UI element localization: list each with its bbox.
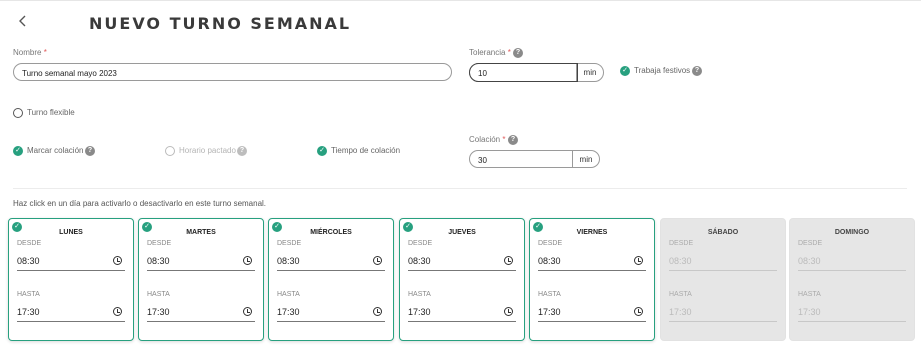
day-card-lunes[interactable]: ✓ LUNES DESDE 08:30 HASTA 17:30 xyxy=(8,218,134,341)
hasta-label: HASTA xyxy=(147,291,170,298)
day-card-martes[interactable]: ✓ MARTES DESDE 08:30 HASTA 17:30 xyxy=(138,218,264,341)
tolerancia-help-icon[interactable]: ? xyxy=(513,48,523,58)
day-card-jueves[interactable]: ✓ JUEVES DESDE 08:30 HASTA 17:30 xyxy=(399,218,525,341)
hasta-underline xyxy=(408,321,516,322)
clock-icon[interactable] xyxy=(373,256,382,265)
hasta-underline xyxy=(798,321,906,322)
section-divider xyxy=(13,188,907,189)
turno-flexible-checkbox[interactable] xyxy=(13,108,23,118)
hasta-time-value[interactable]: 17:30 xyxy=(147,307,170,317)
hasta-underline xyxy=(17,321,125,322)
hasta-underline xyxy=(277,321,385,322)
hasta-label: HASTA xyxy=(798,291,821,298)
day-name: VIERNES xyxy=(576,229,608,236)
desde-time-value[interactable]: 08:30 xyxy=(408,256,431,266)
hasta-label: HASTA xyxy=(408,291,431,298)
desde-time-value[interactable]: 08:30 xyxy=(538,256,561,266)
desde-label: DESDE xyxy=(669,240,694,247)
clock-icon[interactable] xyxy=(634,307,643,316)
desde-underline xyxy=(669,270,777,271)
desde-underline xyxy=(147,270,255,271)
desde-label: DESDE xyxy=(277,240,302,247)
hasta-underline xyxy=(669,321,777,322)
nombre-value: Turno semanal mayo 2023 xyxy=(22,69,117,78)
day-name: DOMINGO xyxy=(834,229,870,236)
back-button[interactable] xyxy=(18,14,32,32)
horario-pactado-label: Horario pactado xyxy=(179,146,236,155)
desde-underline xyxy=(798,270,906,271)
clock-icon[interactable] xyxy=(113,256,122,265)
hasta-time-value[interactable]: 17:30 xyxy=(408,307,431,317)
clock-icon[interactable] xyxy=(243,256,252,265)
tolerancia-label: Tolerancia * xyxy=(469,48,511,57)
desde-time-value[interactable]: 08:30 xyxy=(17,256,40,266)
hasta-time-value[interactable]: 17:30 xyxy=(17,307,40,317)
tiempo-colacion-checkbox[interactable]: ✓ xyxy=(317,146,327,156)
desde-underline xyxy=(408,270,516,271)
hasta-label: HASTA xyxy=(17,291,40,298)
marcar-colacion-checkbox[interactable]: ✓ xyxy=(13,146,23,156)
tolerancia-input[interactable]: 10 min xyxy=(469,63,604,82)
clock-icon[interactable] xyxy=(373,307,382,316)
desde-time-value: 08:30 xyxy=(669,256,692,266)
trabaja-festivos-checkbox[interactable]: ✓ xyxy=(620,66,630,76)
colacion-unit: min xyxy=(572,151,599,167)
horario-pactado-help-icon[interactable]: ? xyxy=(237,146,247,156)
marcar-colacion-help-icon[interactable]: ? xyxy=(85,146,95,156)
day-card-viernes[interactable]: ✓ VIERNES DESDE 08:30 HASTA 17:30 xyxy=(529,218,655,341)
tiempo-colacion-label: Tiempo de colación xyxy=(331,146,401,155)
colacion-help-icon[interactable]: ? xyxy=(508,135,518,145)
day-card-sábado[interactable]: SÁBADO DESDE 08:30 HASTA 17:30 xyxy=(660,218,786,341)
hasta-underline xyxy=(538,321,646,322)
desde-label: DESDE xyxy=(798,240,823,247)
nombre-input[interactable]: Turno semanal mayo 2023 xyxy=(13,63,452,81)
clock-icon[interactable] xyxy=(504,307,513,316)
clock-icon[interactable] xyxy=(504,256,513,265)
marcar-colacion-label: Marcar colación xyxy=(27,146,84,155)
day-name: MIÉRCOLES xyxy=(310,229,352,236)
hasta-label: HASTA xyxy=(669,291,692,298)
colacion-input[interactable]: 30 min xyxy=(469,150,600,168)
hasta-underline xyxy=(147,321,255,322)
trabaja-festivos-label: Trabaja festivos xyxy=(634,66,691,75)
desde-label: DESDE xyxy=(147,240,172,247)
top-divider xyxy=(0,0,921,1)
desde-time-value: 08:30 xyxy=(798,256,821,266)
hasta-time-value[interactable]: 17:30 xyxy=(538,307,561,317)
day-name: MARTES xyxy=(186,229,216,236)
clock-icon[interactable] xyxy=(634,256,643,265)
clock-icon[interactable] xyxy=(243,307,252,316)
day-name: SÁBADO xyxy=(707,229,739,236)
day-name: LUNES xyxy=(59,229,83,236)
tolerancia-value: 10 xyxy=(478,69,487,78)
day-card-domingo[interactable]: DOMINGO DESDE 08:30 HASTA 17:30 xyxy=(789,218,915,341)
day-name: JUEVES xyxy=(448,229,476,236)
desde-underline xyxy=(17,270,125,271)
colacion-value: 30 xyxy=(478,156,487,165)
desde-label: DESDE xyxy=(408,240,433,247)
hasta-label: HASTA xyxy=(277,291,300,298)
desde-time-value[interactable]: 08:30 xyxy=(277,256,300,266)
desde-time-value[interactable]: 08:30 xyxy=(147,256,170,266)
desde-label: DESDE xyxy=(17,240,42,247)
trabaja-festivos-help-icon[interactable]: ? xyxy=(692,66,702,76)
horario-pactado-checkbox[interactable] xyxy=(165,146,175,156)
hasta-time-value: 17:30 xyxy=(798,307,821,317)
clock-icon[interactable] xyxy=(113,307,122,316)
chevron-left-icon xyxy=(19,15,26,27)
desde-underline xyxy=(538,270,646,271)
hasta-time-value[interactable]: 17:30 xyxy=(277,307,300,317)
page-title: NUEVO TURNO SEMANAL xyxy=(89,14,352,33)
tolerancia-unit: min xyxy=(576,64,603,81)
day-card-miércoles[interactable]: ✓ MIÉRCOLES DESDE 08:30 HASTA 17:30 xyxy=(268,218,394,341)
nombre-label: Nombre * xyxy=(13,48,47,57)
days-hint: Haz click en un día para activarlo o des… xyxy=(13,199,267,208)
turno-flexible-label: Turno flexible xyxy=(27,108,75,117)
desde-underline xyxy=(277,270,385,271)
desde-label: DESDE xyxy=(538,240,563,247)
colacion-label: Colación * xyxy=(469,135,506,144)
hasta-label: HASTA xyxy=(538,291,561,298)
hasta-time-value: 17:30 xyxy=(669,307,692,317)
